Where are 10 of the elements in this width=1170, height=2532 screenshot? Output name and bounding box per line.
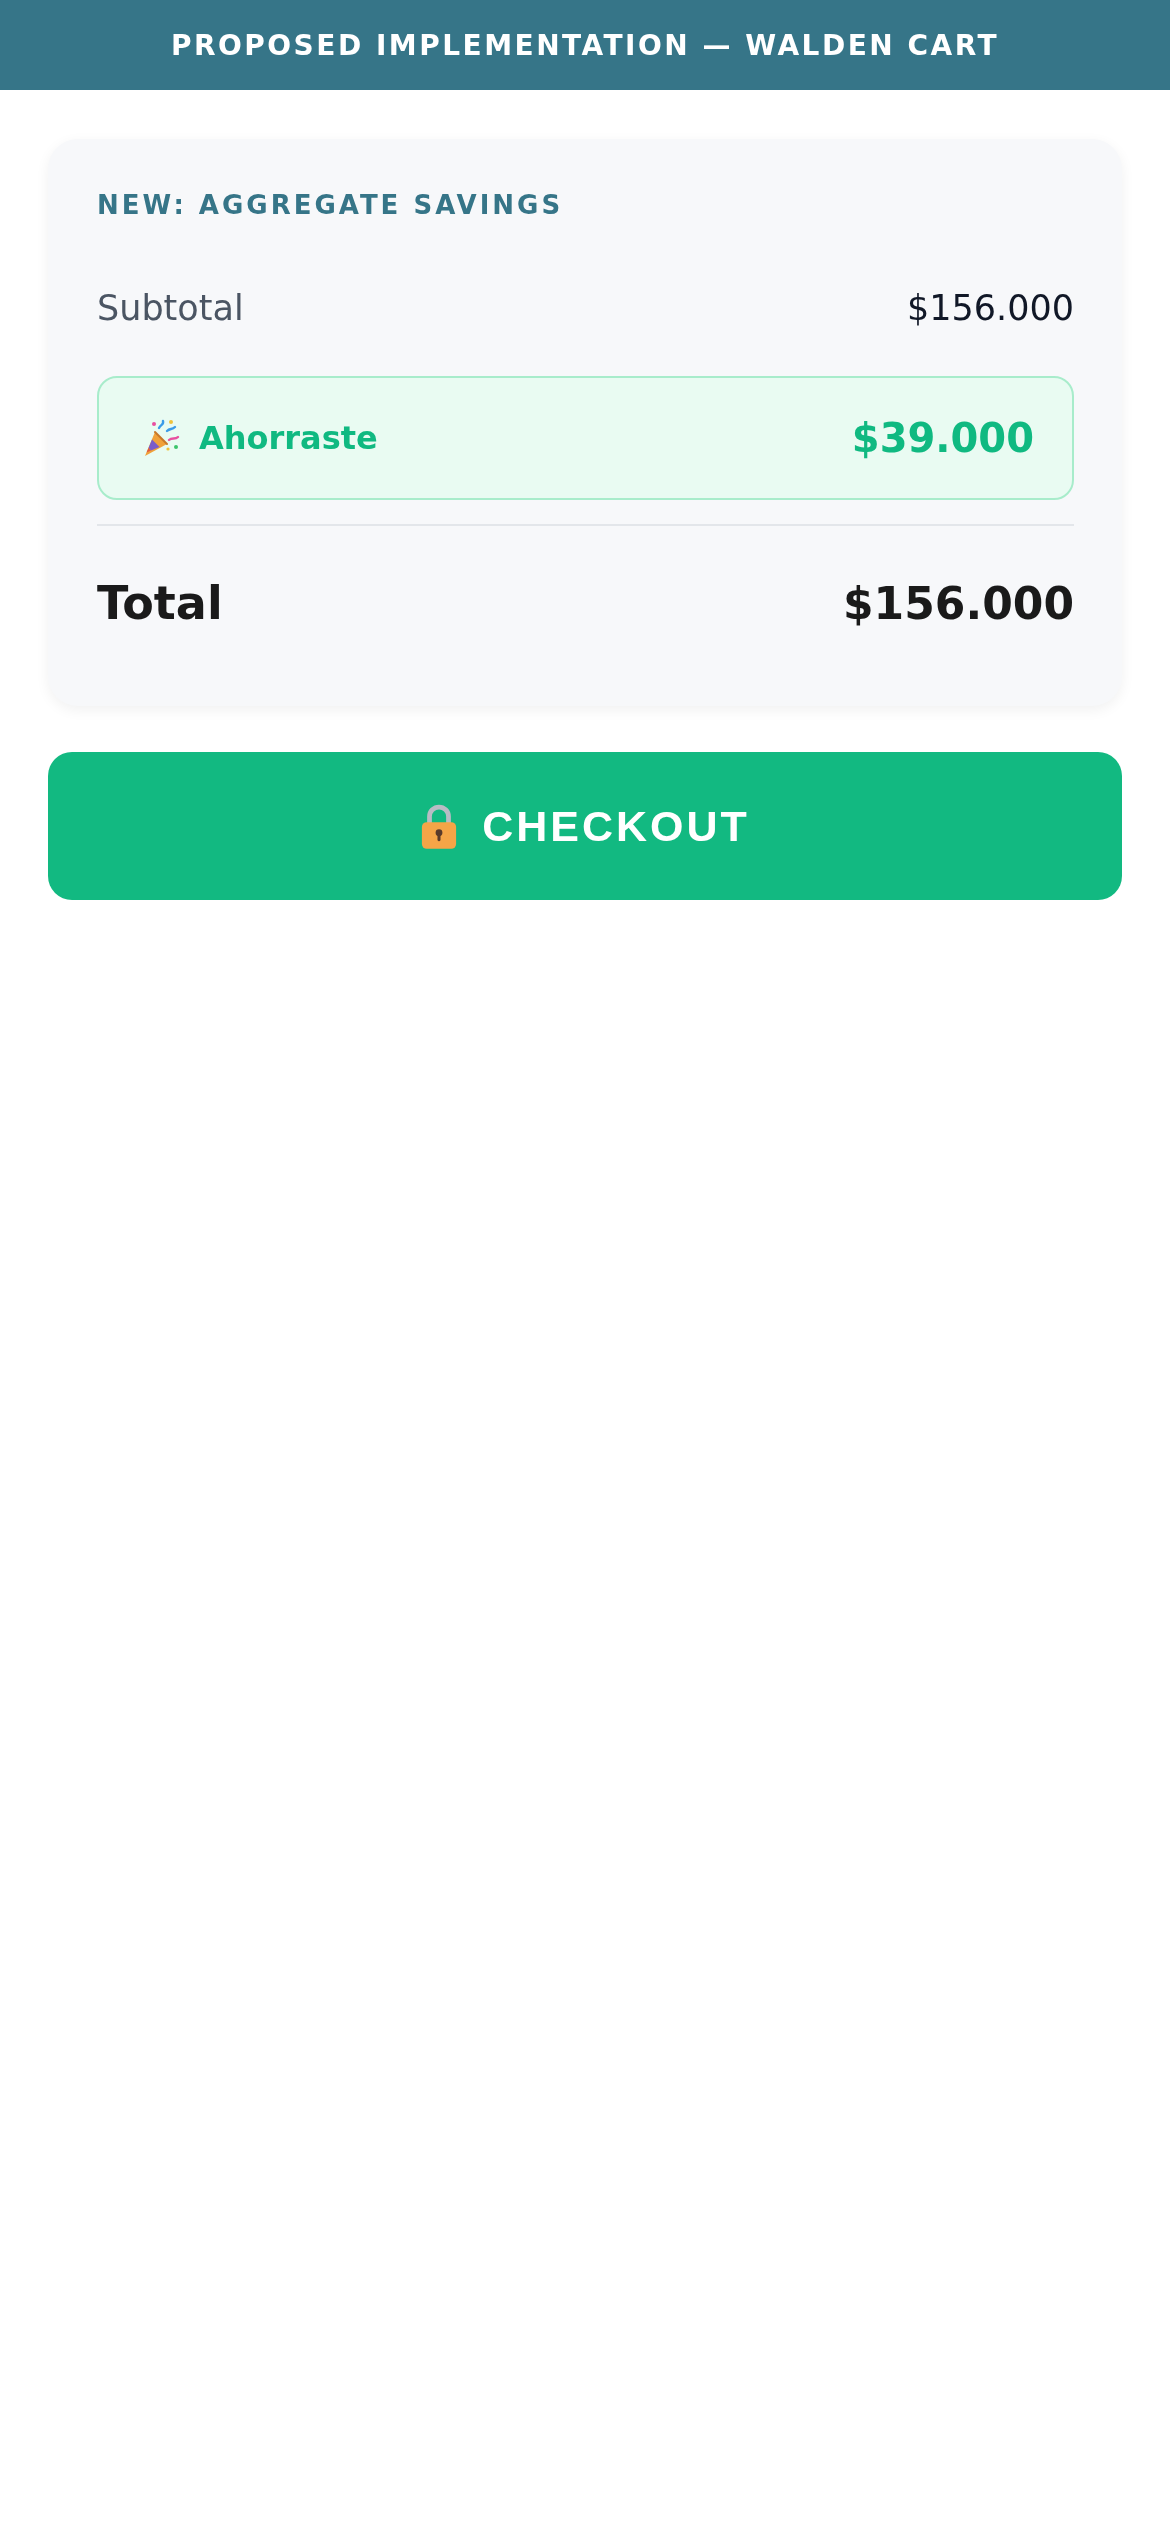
header-title: PROPOSED IMPLEMENTATION — WALDEN CART — [170, 28, 1000, 62]
total-value: $156.000 — [842, 577, 1074, 629]
checkout-button[interactable]: CHECKOUT — [48, 752, 1122, 900]
lock-icon — [420, 803, 459, 849]
subtotal-label: Subtotal — [97, 288, 244, 328]
subtotal-value: $156.000 — [907, 288, 1074, 328]
section-label: NEW: AGGREGATE SAVINGS — [97, 189, 565, 222]
total-label: Total — [97, 576, 223, 630]
savings-value: $39.000 — [851, 415, 1034, 461]
savings-label: Ahorraste — [199, 419, 378, 457]
